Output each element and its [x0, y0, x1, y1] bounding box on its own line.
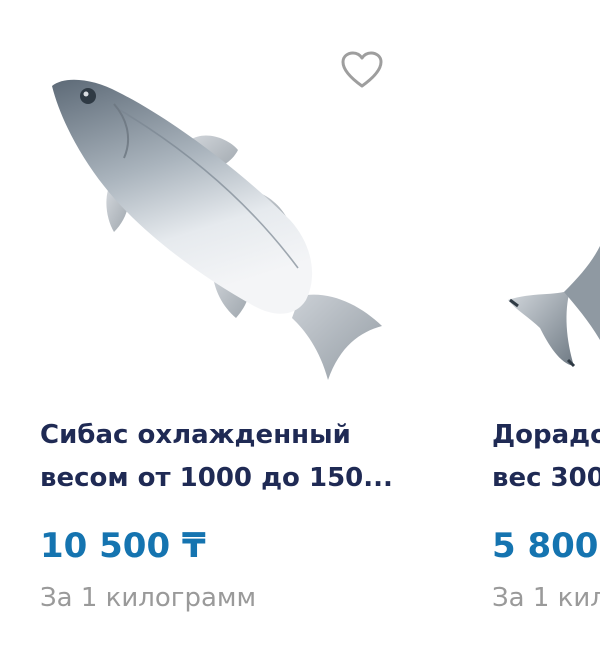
product-price: 5 800 — [492, 526, 599, 566]
product-title[interactable]: Сибас охлажденный весом от 1000 до 150..… — [40, 414, 400, 500]
product-price: 10 500 ₸ — [40, 526, 206, 566]
product-title-line-2[interactable]: весом от 1000 до 150... — [40, 457, 400, 500]
dorado-fish-image — [508, 246, 600, 368]
product-card-dorado[interactable]: Дорадо вес 300 5 800 За 1 кил — [452, 0, 600, 660]
heart-outline-icon — [341, 51, 383, 88]
product-card-seabass[interactable]: Сибас охлажденный весом от 1000 до 150..… — [0, 0, 400, 660]
product-image-dorado[interactable] — [452, 0, 600, 400]
product-unit: За 1 кил — [492, 583, 600, 613]
product-title[interactable]: Дорадо вес 300 — [492, 414, 600, 500]
product-title-line-1[interactable]: Сибас охлажденный — [40, 414, 400, 457]
favorite-button[interactable] — [338, 48, 386, 92]
product-unit: За 1 килограмм — [40, 583, 257, 613]
product-title-line-1[interactable]: Дорадо — [492, 414, 600, 457]
product-title-line-2[interactable]: вес 300 — [492, 457, 600, 500]
